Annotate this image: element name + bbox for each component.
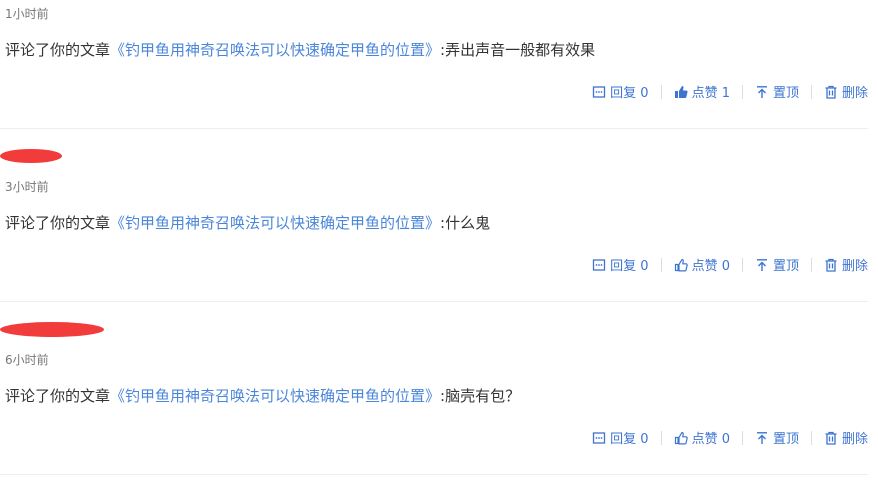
- comment-box-icon: [593, 85, 606, 98]
- divider: [741, 84, 743, 99]
- comment-prefix: 评论了你的文章: [5, 214, 111, 232]
- comment-prefix: 评论了你的文章: [5, 41, 111, 59]
- divider: [810, 430, 812, 445]
- comment-actions: 回复 0 点赞 0 置顶 删除: [592, 428, 868, 447]
- article-link[interactable]: 《钓甲鱼用神奇召唤法可以快速确定甲鱼的位置》: [110, 214, 440, 232]
- comment-box-icon: [593, 258, 606, 271]
- like-label: 点赞 0: [691, 432, 730, 447]
- arrow-to-top-icon: [756, 258, 767, 271]
- divider: [741, 430, 743, 445]
- comment-item: 1小时前 评论了你的文章《钓甲鱼用神奇召唤法可以快速确定甲鱼的位置》:弄出声音一…: [0, 0, 868, 129]
- arrow-to-top-icon: [756, 85, 767, 98]
- redacted-username: [0, 149, 62, 163]
- pin-label: 置顶: [772, 432, 799, 447]
- thumbs-up-icon: [674, 431, 688, 444]
- comment-time: 1小时前: [5, 7, 49, 21]
- trash-icon: [825, 258, 837, 272]
- like-button[interactable]: 点赞 0: [674, 255, 730, 274]
- delete-button[interactable]: 删除: [824, 82, 868, 101]
- pin-label: 置顶: [772, 86, 799, 101]
- delete-label: 删除: [841, 86, 868, 101]
- comment-prefix: 评论了你的文章: [5, 387, 111, 405]
- pin-button[interactable]: 置顶: [755, 82, 799, 101]
- like-label: 点赞 1: [691, 86, 730, 101]
- comment-time: 6小时前: [5, 353, 49, 367]
- redacted-username: [0, 322, 104, 337]
- comment-text: :什么鬼: [440, 214, 491, 232]
- divider: [660, 84, 662, 99]
- comment-text: :弄出声音一般都有效果: [440, 41, 596, 59]
- reply-label: 回复 0: [610, 86, 649, 101]
- delete-label: 删除: [841, 259, 868, 274]
- reply-button[interactable]: 回复 0: [592, 255, 649, 274]
- divider: [810, 257, 812, 272]
- delete-button[interactable]: 删除: [824, 428, 868, 447]
- like-button[interactable]: 点赞 0: [674, 428, 730, 447]
- reply-button[interactable]: 回复 0: [592, 428, 649, 447]
- comment-time: 3小时前: [5, 180, 49, 194]
- pin-button[interactable]: 置顶: [755, 255, 799, 274]
- delete-button[interactable]: 删除: [824, 255, 868, 274]
- like-label: 点赞 0: [691, 259, 730, 274]
- comment-body: 评论了你的文章《钓甲鱼用神奇召唤法可以快速确定甲鱼的位置》:脑壳有包？: [5, 385, 520, 406]
- divider: [660, 257, 662, 272]
- thumbs-up-icon: [674, 258, 688, 271]
- comment-item: 6小时前 评论了你的文章《钓甲鱼用神奇召唤法可以快速确定甲鱼的位置》:脑壳有包？…: [0, 301, 868, 475]
- comment-feed: 1小时前 评论了你的文章《钓甲鱼用神奇召唤法可以快速确定甲鱼的位置》:弄出声音一…: [0, 0, 878, 480]
- divider: [660, 430, 662, 445]
- comment-body: 评论了你的文章《钓甲鱼用神奇召唤法可以快速确定甲鱼的位置》:什么鬼: [5, 212, 490, 233]
- divider: [741, 257, 743, 272]
- comment-actions: 回复 0 点赞 0 置顶 删除: [592, 255, 868, 274]
- thumbs-up-icon: [674, 85, 688, 98]
- comment-box-icon: [593, 431, 606, 444]
- comment-text: :脑壳有包？: [440, 387, 521, 405]
- article-link[interactable]: 《钓甲鱼用神奇召唤法可以快速确定甲鱼的位置》: [110, 41, 440, 59]
- arrow-to-top-icon: [756, 431, 767, 444]
- trash-icon: [825, 431, 837, 445]
- reply-label: 回复 0: [610, 259, 649, 274]
- reply-label: 回复 0: [610, 432, 649, 447]
- delete-label: 删除: [841, 432, 868, 447]
- like-button[interactable]: 点赞 1: [674, 82, 730, 101]
- comment-actions: 回复 0 点赞 1 置顶 删除: [592, 82, 868, 101]
- pin-button[interactable]: 置顶: [755, 428, 799, 447]
- comment-body: 评论了你的文章《钓甲鱼用神奇召唤法可以快速确定甲鱼的位置》:弄出声音一般都有效果: [5, 39, 595, 60]
- comment-item: 3小时前 评论了你的文章《钓甲鱼用神奇召唤法可以快速确定甲鱼的位置》:什么鬼 回…: [0, 128, 868, 302]
- divider: [810, 84, 812, 99]
- article-link[interactable]: 《钓甲鱼用神奇召唤法可以快速确定甲鱼的位置》: [110, 387, 440, 405]
- trash-icon: [825, 85, 837, 99]
- pin-label: 置顶: [772, 259, 799, 274]
- reply-button[interactable]: 回复 0: [592, 82, 649, 101]
